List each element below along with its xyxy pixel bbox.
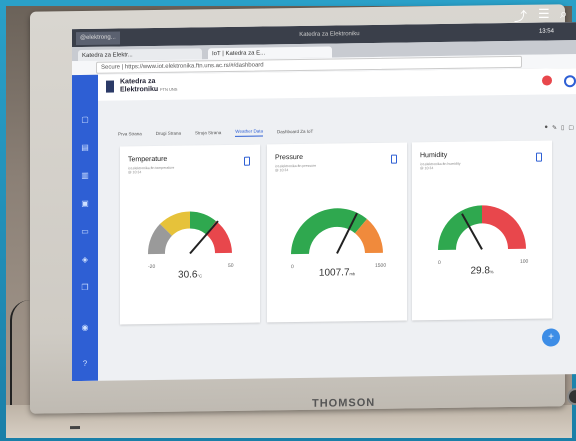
edit-icon[interactable]: ✎: [552, 124, 557, 131]
org-line2: Elektroniku: [120, 85, 159, 94]
photo-frame: @elektrong... Katedra za Elektroniku 13:…: [0, 0, 576, 441]
card-title: Pressure: [275, 153, 304, 162]
os-taskbar-item[interactable]: @elektrong...: [76, 30, 120, 45]
delete-icon[interactable]: ▯: [561, 124, 564, 131]
device-icon[interactable]: [391, 154, 397, 164]
gauge-value: 30.6°C: [178, 269, 202, 281]
add-widget-button[interactable]: +: [542, 328, 560, 347]
monitor: @elektrong... Katedra za Elektroniku 13:…: [30, 4, 576, 430]
card-title: Temperature: [128, 155, 168, 164]
card-subtitle: iot.elektronika.ftn pressure @ 10:34: [275, 163, 317, 173]
sidebar-device-icon[interactable]: ▣: [80, 199, 90, 209]
sidebar-settings-icon[interactable]: ◉: [80, 323, 90, 333]
info-icon[interactable]: ●: [544, 125, 548, 132]
app-header: Katedra za Elektroniku FTN UNS: [98, 67, 576, 101]
monitor-screen: @elektrong... Katedra za Elektroniku 13:…: [72, 21, 576, 382]
gauge-segment-red: [482, 205, 526, 250]
notification-icon[interactable]: [542, 75, 552, 86]
gauge-card-temperature: Temperature iot.elektronika.ftn temperat…: [120, 144, 260, 325]
cable: [10, 300, 30, 410]
device-icon[interactable]: [536, 152, 542, 162]
sidebar-copy-icon[interactable]: ❐: [80, 283, 90, 293]
org-line1: Katedra za: [120, 77, 156, 86]
card-title: Humidity: [420, 151, 448, 160]
gauge-card-pressure: Pressure iot.elektronika.ftn pressure @ 1…: [267, 142, 407, 323]
gauge-value: 29.8%: [470, 265, 494, 277]
pressure-gauge: 0 1500: [291, 208, 386, 270]
device-icon[interactable]: [244, 156, 250, 166]
monitor-brand: THOMSON: [312, 396, 376, 410]
org-small: FTN UNS: [160, 86, 178, 92]
logo: [106, 80, 114, 93]
tab-drugi[interactable]: Drugi Strana: [156, 128, 181, 137]
settings-sliders-icon[interactable]: ☰: [538, 6, 550, 22]
header-actions: [542, 75, 576, 88]
sidebar-chart-icon[interactable]: ▥: [80, 171, 90, 181]
card-subtitle: iot.elektronika.ftn humidity @ 10:34: [420, 161, 461, 171]
os-window-title: Katedra za Elektroniku: [299, 31, 360, 38]
sidebar-screen-icon[interactable]: ▭: [80, 227, 90, 237]
sidebar-help-icon[interactable]: ?: [80, 359, 90, 369]
tab-prva[interactable]: Prva Strana: [118, 129, 142, 138]
humidity-gauge: 0 100: [438, 205, 529, 266]
tab-weather[interactable]: Weather Data: [235, 126, 263, 137]
account-icon[interactable]: [564, 75, 576, 88]
gauge-segment-green: [438, 205, 482, 251]
gauge-value: 1007.7mb: [318, 267, 356, 279]
power-led: [70, 426, 80, 430]
os-clock: 13:54: [538, 28, 554, 35]
org-name: Katedra za Elektroniku FTN UNS: [120, 78, 177, 95]
sidebar: ▢ ▤ ▥ ▣ ▭ ◈ ❐ ◉ ?: [72, 74, 98, 382]
tab-struja[interactable]: Struja Strana: [195, 128, 221, 137]
tab-dashboard[interactable]: Dashboard Za IoT: [277, 126, 313, 136]
dashboard-tabs: Prva Strana Drugi Strana Struja Strana W…: [98, 120, 576, 141]
temperature-gauge: -20 50: [147, 211, 234, 270]
card-subtitle: iot.elektronika.ftn temperature @ 10:34: [128, 165, 175, 175]
dashboard-toolbar: ● ✎ ▯ ▢: [544, 124, 574, 132]
sidebar-calendar-icon[interactable]: ▤: [80, 143, 90, 153]
zoom-icon[interactable]: ⌕: [560, 6, 567, 22]
sidebar-dashboard-icon[interactable]: ▢: [80, 115, 90, 125]
fullscreen-icon[interactable]: ▢: [568, 124, 574, 131]
gauge-card-humidity: Humidity iot.elektronika.ftn humidity @ 1…: [412, 140, 552, 321]
sidebar-users-icon[interactable]: ◈: [80, 255, 90, 265]
share-icon[interactable]: ⤴: [514, 6, 527, 25]
